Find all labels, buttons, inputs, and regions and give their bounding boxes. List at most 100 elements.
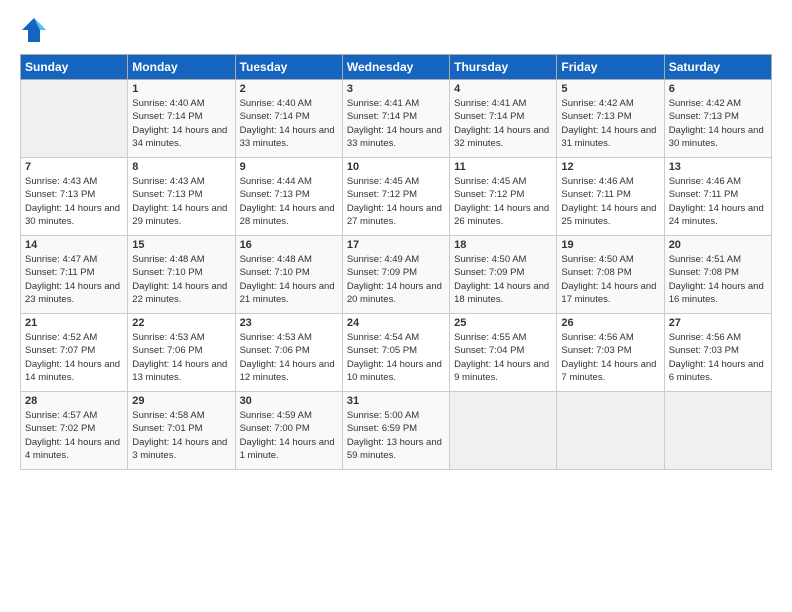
day-info: Sunrise: 4:50 AMSunset: 7:09 PMDaylight:… [454,253,552,306]
day-number: 13 [669,161,767,173]
day-number: 5 [561,83,659,95]
calendar-cell: 2 Sunrise: 4:40 AMSunset: 7:14 PMDaylight… [235,80,342,158]
day-info: Sunrise: 4:40 AMSunset: 7:14 PMDaylight:… [240,97,338,150]
calendar-cell [664,392,771,470]
day-info: Sunrise: 4:45 AMSunset: 7:12 PMDaylight:… [347,175,445,228]
day-info: Sunrise: 4:51 AMSunset: 7:08 PMDaylight:… [669,253,767,306]
calendar-cell: 5 Sunrise: 4:42 AMSunset: 7:13 PMDaylight… [557,80,664,158]
day-info: Sunrise: 5:00 AMSunset: 6:59 PMDaylight:… [347,409,445,462]
day-info: Sunrise: 4:43 AMSunset: 7:13 PMDaylight:… [132,175,230,228]
logo-icon [20,16,48,44]
day-info: Sunrise: 4:59 AMSunset: 7:00 PMDaylight:… [240,409,338,462]
calendar-cell: 20 Sunrise: 4:51 AMSunset: 7:08 PMDayligh… [664,236,771,314]
weekday-header: Wednesday [342,55,449,80]
weekday-header: Thursday [450,55,557,80]
calendar-cell: 13Sunrise: 4:46 AMSunset: 7:11 PMDayligh… [664,158,771,236]
calendar-cell: 29 Sunrise: 4:58 AMSunset: 7:01 PMDayligh… [128,392,235,470]
calendar-cell: 30 Sunrise: 4:59 AMSunset: 7:00 PMDayligh… [235,392,342,470]
calendar-cell: 11 Sunrise: 4:45 AMSunset: 7:12 PMDayligh… [450,158,557,236]
calendar-cell: 4 Sunrise: 4:41 AMSunset: 7:14 PMDaylight… [450,80,557,158]
day-number: 16 [240,239,338,251]
day-number: 25 [454,317,552,329]
day-number: 20 [669,239,767,251]
calendar-cell: 10 Sunrise: 4:45 AMSunset: 7:12 PMDayligh… [342,158,449,236]
day-info: Sunrise: 4:52 AMSunset: 7:07 PMDaylight:… [25,331,123,384]
calendar-cell: 24 Sunrise: 4:54 AMSunset: 7:05 PMDayligh… [342,314,449,392]
weekday-header: Saturday [664,55,771,80]
day-number: 10 [347,161,445,173]
calendar-cell: 7 Sunrise: 4:43 AMSunset: 7:13 PMDaylight… [21,158,128,236]
calendar-cell: 21 Sunrise: 4:52 AMSunset: 7:07 PMDayligh… [21,314,128,392]
day-info: Sunrise: 4:57 AMSunset: 7:02 PMDaylight:… [25,409,123,462]
calendar-cell: 8 Sunrise: 4:43 AMSunset: 7:13 PMDaylight… [128,158,235,236]
calendar-cell: 23 Sunrise: 4:53 AMSunset: 7:06 PMDayligh… [235,314,342,392]
day-number: 11 [454,161,552,173]
day-number: 6 [669,83,767,95]
day-info: Sunrise: 4:48 AMSunset: 7:10 PMDaylight:… [240,253,338,306]
day-info: Sunrise: 4:53 AMSunset: 7:06 PMDaylight:… [240,331,338,384]
day-number: 1 [132,83,230,95]
day-info: Sunrise: 4:44 AMSunset: 7:13 PMDaylight:… [240,175,338,228]
day-info: Sunrise: 4:49 AMSunset: 7:09 PMDaylight:… [347,253,445,306]
calendar-cell: 18 Sunrise: 4:50 AMSunset: 7:09 PMDayligh… [450,236,557,314]
weekday-header: Tuesday [235,55,342,80]
calendar-cell: 14 Sunrise: 4:47 AMSunset: 7:11 PMDayligh… [21,236,128,314]
page-header [20,16,772,44]
day-number: 31 [347,395,445,407]
day-info: Sunrise: 4:41 AMSunset: 7:14 PMDaylight:… [454,97,552,150]
day-number: 15 [132,239,230,251]
day-info: Sunrise: 4:42 AMSunset: 7:13 PMDaylight:… [561,97,659,150]
day-info: Sunrise: 4:58 AMSunset: 7:01 PMDaylight:… [132,409,230,462]
calendar-cell [557,392,664,470]
weekday-header: Sunday [21,55,128,80]
calendar-cell: 16 Sunrise: 4:48 AMSunset: 7:10 PMDayligh… [235,236,342,314]
calendar-cell: 17 Sunrise: 4:49 AMSunset: 7:09 PMDayligh… [342,236,449,314]
day-number: 8 [132,161,230,173]
calendar-table: SundayMondayTuesdayWednesdayThursdayFrid… [20,54,772,470]
day-info: Sunrise: 4:47 AMSunset: 7:11 PMDaylight:… [25,253,123,306]
weekday-header: Friday [557,55,664,80]
calendar-cell: 27Sunrise: 4:56 AMSunset: 7:03 PMDayligh… [664,314,771,392]
calendar-cell: 1 Sunrise: 4:40 AMSunset: 7:14 PMDaylight… [128,80,235,158]
day-number: 19 [561,239,659,251]
day-info: Sunrise: 4:41 AMSunset: 7:14 PMDaylight:… [347,97,445,150]
day-number: 22 [132,317,230,329]
day-number: 17 [347,239,445,251]
day-number: 4 [454,83,552,95]
weekday-header: Monday [128,55,235,80]
day-number: 29 [132,395,230,407]
day-info: Sunrise: 4:56 AMSunset: 7:03 PMDaylight:… [669,331,767,384]
calendar-cell: 3 Sunrise: 4:41 AMSunset: 7:14 PMDaylight… [342,80,449,158]
day-info: Sunrise: 4:54 AMSunset: 7:05 PMDaylight:… [347,331,445,384]
calendar-cell: 31 Sunrise: 5:00 AMSunset: 6:59 PMDayligh… [342,392,449,470]
day-info: Sunrise: 4:53 AMSunset: 7:06 PMDaylight:… [132,331,230,384]
day-number: 12 [561,161,659,173]
day-number: 21 [25,317,123,329]
day-number: 26 [561,317,659,329]
day-number: 28 [25,395,123,407]
calendar-cell: 25 Sunrise: 4:55 AMSunset: 7:04 PMDayligh… [450,314,557,392]
calendar-cell: 22 Sunrise: 4:53 AMSunset: 7:06 PMDayligh… [128,314,235,392]
calendar-cell: 26Sunrise: 4:56 AMSunset: 7:03 PMDayligh… [557,314,664,392]
calendar-cell [450,392,557,470]
day-info: Sunrise: 4:45 AMSunset: 7:12 PMDaylight:… [454,175,552,228]
day-info: Sunrise: 4:46 AMSunset: 7:11 PMDaylight:… [561,175,659,228]
calendar-cell: 12 Sunrise: 4:46 AMSunset: 7:11 PMDayligh… [557,158,664,236]
day-info: Sunrise: 4:55 AMSunset: 7:04 PMDaylight:… [454,331,552,384]
day-number: 3 [347,83,445,95]
day-number: 30 [240,395,338,407]
logo [20,16,52,44]
day-number: 23 [240,317,338,329]
calendar-cell: 6Sunrise: 4:42 AMSunset: 7:13 PMDaylight… [664,80,771,158]
day-number: 7 [25,161,123,173]
calendar-cell: 28 Sunrise: 4:57 AMSunset: 7:02 PMDayligh… [21,392,128,470]
day-info: Sunrise: 4:43 AMSunset: 7:13 PMDaylight:… [25,175,123,228]
day-number: 2 [240,83,338,95]
day-number: 24 [347,317,445,329]
day-number: 14 [25,239,123,251]
day-info: Sunrise: 4:40 AMSunset: 7:14 PMDaylight:… [132,97,230,150]
calendar-cell: 19Sunrise: 4:50 AMSunset: 7:08 PMDayligh… [557,236,664,314]
calendar-cell: 15Sunrise: 4:48 AMSunset: 7:10 PMDayligh… [128,236,235,314]
calendar-cell [21,80,128,158]
day-number: 18 [454,239,552,251]
